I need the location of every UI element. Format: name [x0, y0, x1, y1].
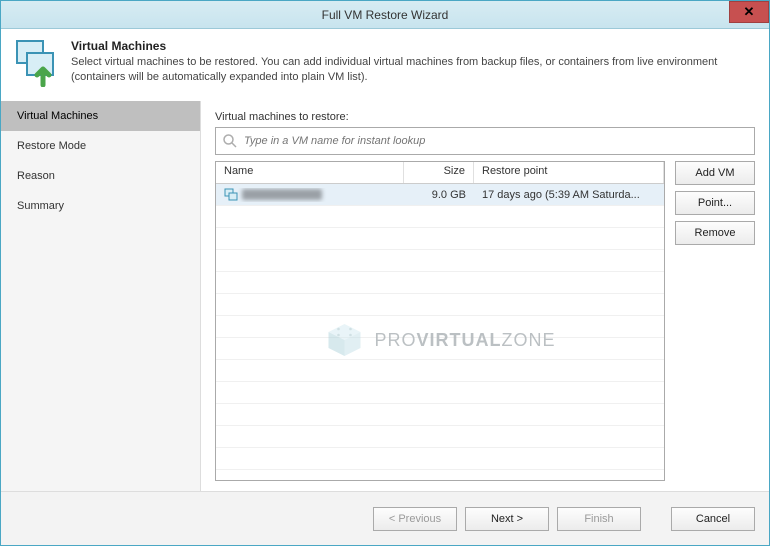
vm-table: Name Size Restore point 9.0	[215, 161, 665, 481]
wizard-header: Virtual Machines Select virtual machines…	[1, 29, 769, 101]
remove-button[interactable]: Remove	[675, 221, 755, 245]
column-header-name[interactable]: Name	[216, 162, 404, 183]
sidebar-item-summary[interactable]: Summary	[1, 191, 200, 221]
wizard-steps-sidebar: Virtual Machines Restore Mode Reason Sum…	[1, 101, 201, 491]
cell-size: 9.0 GB	[404, 189, 474, 201]
wizard-window: Full VM Restore Wizard ✕ Virtual Machine…	[0, 0, 770, 546]
button-label: Cancel	[696, 513, 730, 525]
table-body: 9.0 GB 17 days ago (5:39 AM Saturda...	[216, 184, 664, 480]
search-icon	[222, 133, 238, 149]
table-row[interactable]: 9.0 GB 17 days ago (5:39 AM Saturda...	[216, 184, 664, 206]
add-vm-button[interactable]: Add VM	[675, 161, 755, 185]
watermark-text: ZONE	[502, 330, 556, 350]
sidebar-item-restore-mode[interactable]: Restore Mode	[1, 131, 200, 161]
sidebar-item-reason[interactable]: Reason	[1, 161, 200, 191]
table-header: Name Size Restore point	[216, 162, 664, 184]
column-header-size[interactable]: Size	[404, 162, 474, 183]
window-title: Full VM Restore Wizard	[322, 8, 449, 22]
main-panel: Virtual machines to restore: Name Size R…	[201, 101, 769, 491]
finish-button[interactable]: Finish	[557, 507, 641, 531]
previous-button[interactable]: < Previous	[373, 507, 457, 531]
sidebar-item-label: Reason	[17, 170, 55, 182]
column-header-restore-point[interactable]: Restore point	[474, 162, 664, 183]
page-title: Virtual Machines	[71, 39, 753, 53]
button-label: < Previous	[389, 513, 441, 525]
sidebar-item-label: Summary	[17, 200, 64, 212]
watermark: PROVIRTUALZONE	[324, 320, 555, 360]
close-button[interactable]: ✕	[729, 1, 769, 23]
sidebar-item-virtual-machines[interactable]: Virtual Machines	[1, 101, 200, 131]
sidebar-item-label: Virtual Machines	[17, 110, 98, 122]
vm-list-label: Virtual machines to restore:	[215, 111, 755, 123]
cancel-button[interactable]: Cancel	[671, 507, 755, 531]
point-button[interactable]: Point...	[675, 191, 755, 215]
side-buttons: Add VM Point... Remove	[665, 161, 755, 481]
vm-name-redacted	[242, 189, 322, 200]
close-icon: ✕	[744, 4, 755, 20]
watermark-text: VIRTUAL	[417, 330, 502, 350]
button-label: Point...	[698, 197, 732, 209]
vm-restore-icon	[13, 39, 61, 87]
search-box[interactable]	[215, 127, 755, 155]
button-label: Remove	[695, 227, 736, 239]
cell-restore-point: 17 days ago (5:39 AM Saturda...	[474, 189, 664, 201]
button-label: Next >	[491, 513, 523, 525]
button-label: Finish	[584, 513, 613, 525]
search-input[interactable]	[244, 135, 748, 147]
page-description: Select virtual machines to be restored. …	[71, 55, 753, 86]
sidebar-item-label: Restore Mode	[17, 140, 86, 152]
cube-icon	[324, 320, 364, 360]
watermark-text: PRO	[374, 330, 416, 350]
button-label: Add VM	[695, 167, 734, 179]
titlebar: Full VM Restore Wizard ✕	[1, 1, 769, 29]
wizard-footer: < Previous Next > Finish Cancel	[1, 491, 769, 545]
vm-icon	[224, 188, 238, 202]
next-button[interactable]: Next >	[465, 507, 549, 531]
